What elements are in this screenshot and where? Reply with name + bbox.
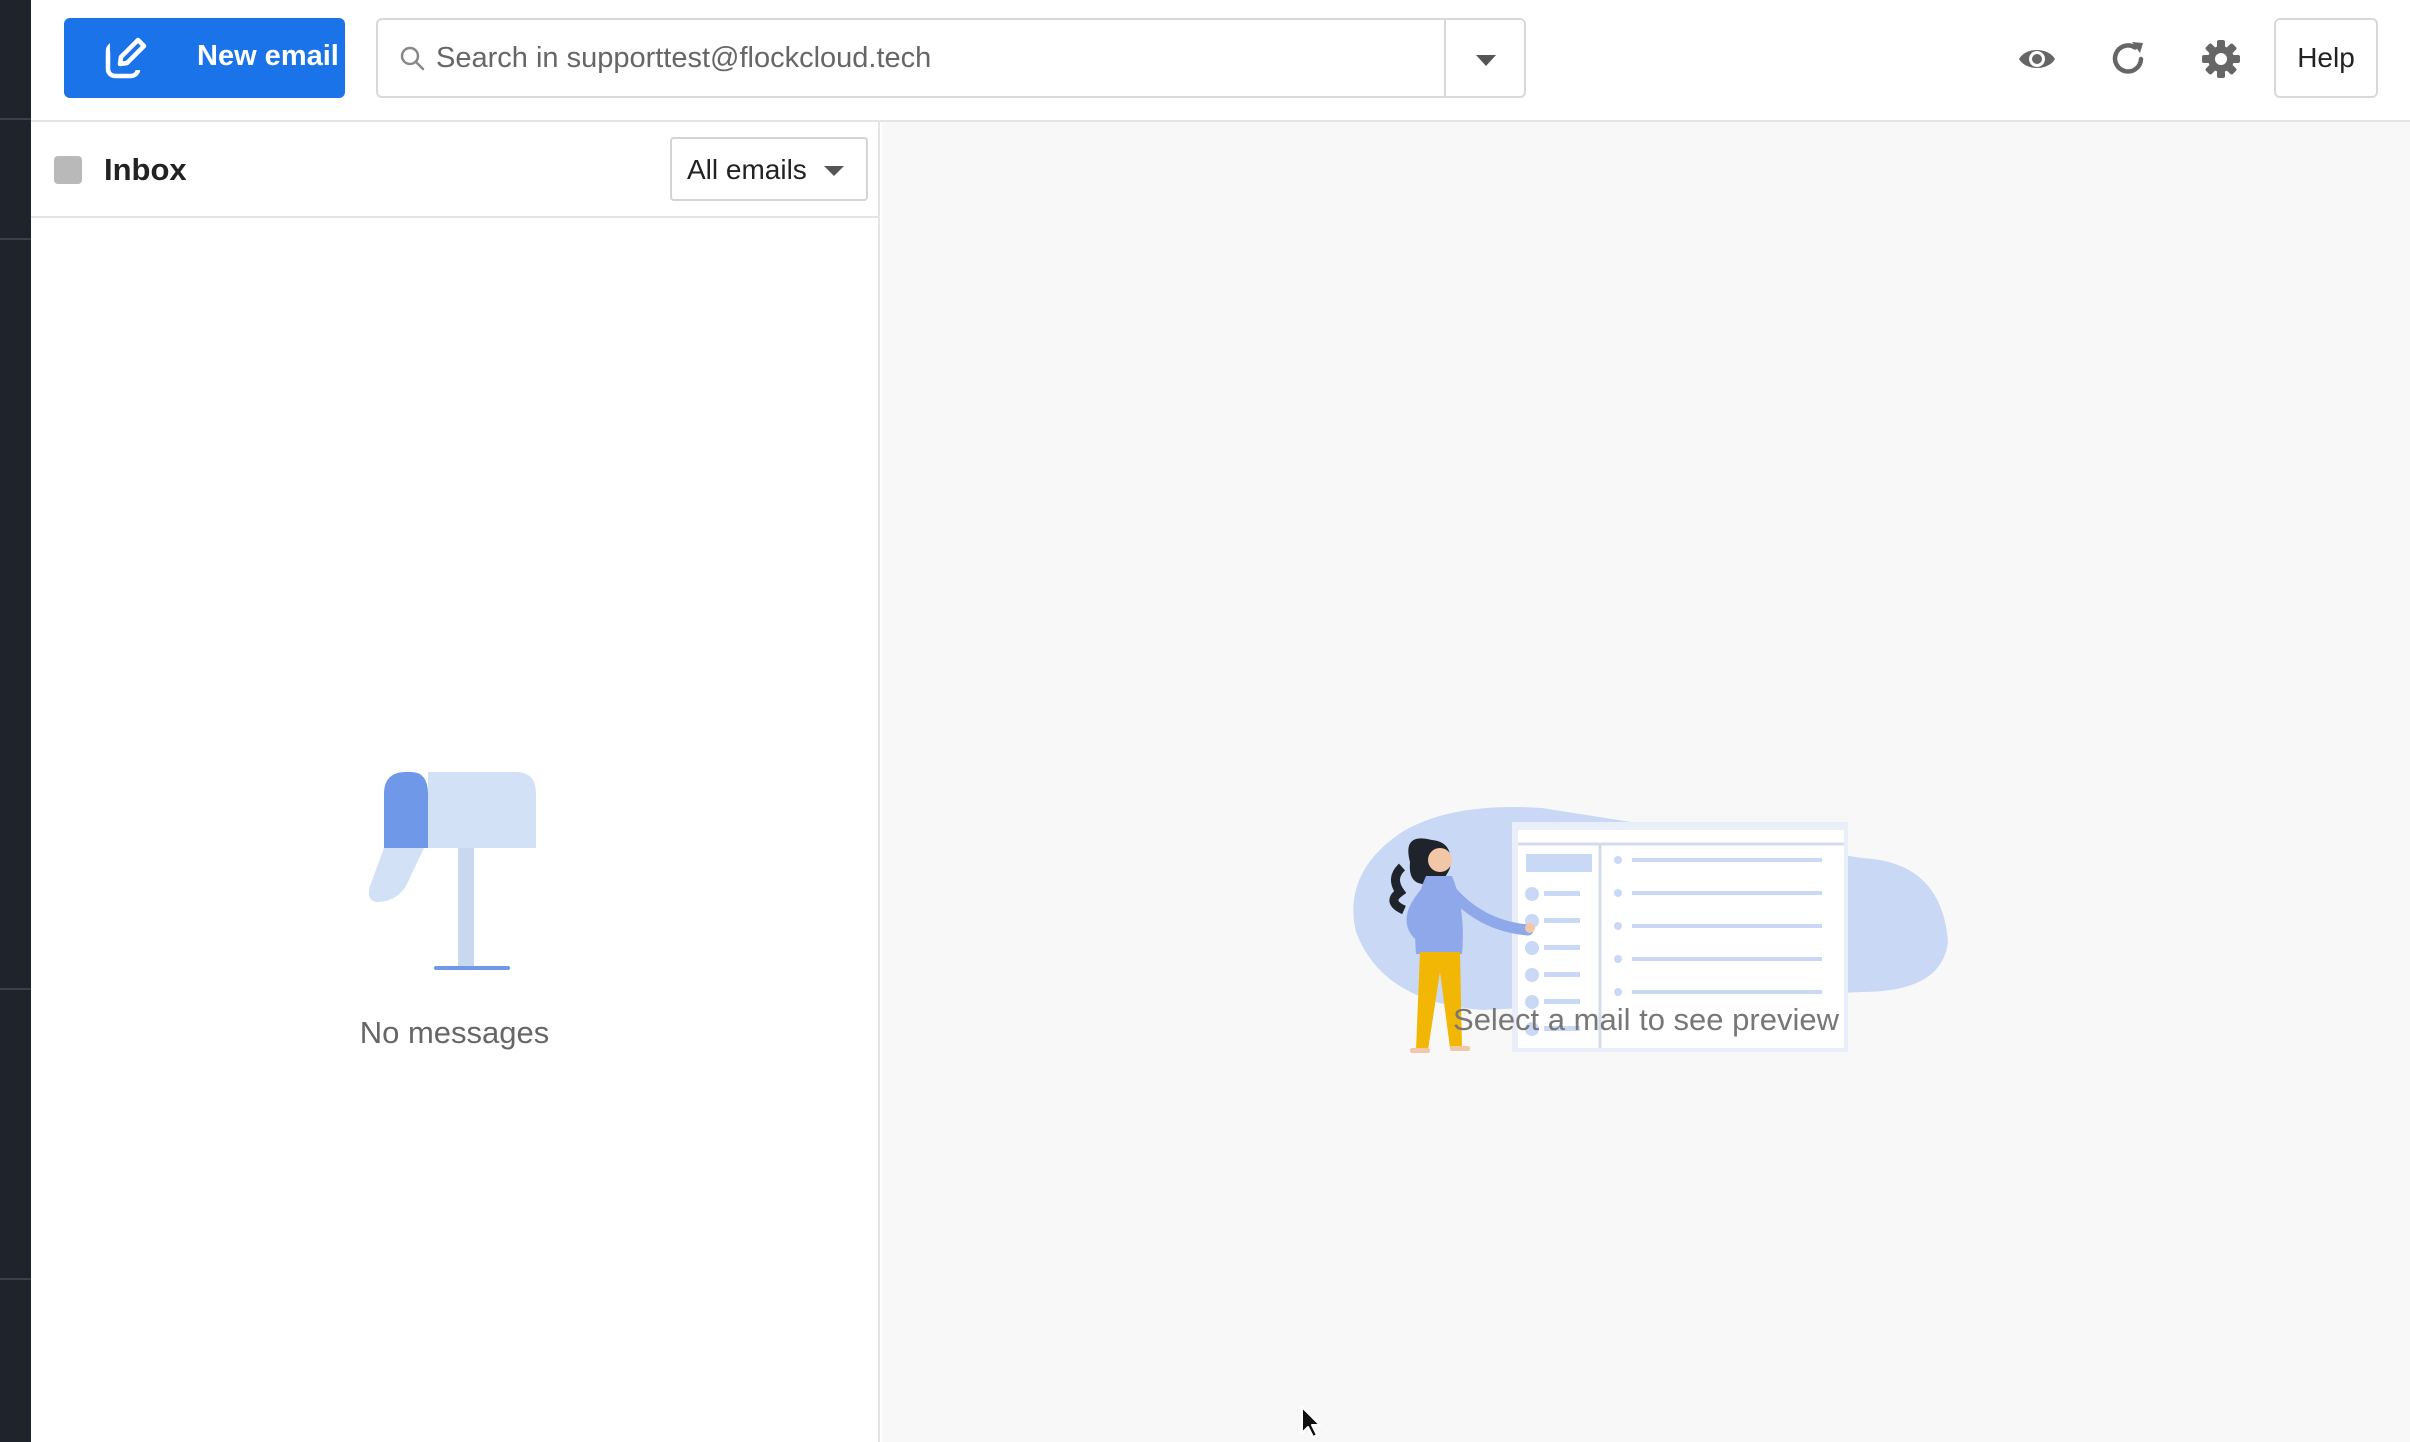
new-email-button[interactable]: New email bbox=[64, 18, 345, 98]
chevron-down-icon bbox=[1476, 55, 1496, 66]
left-rail bbox=[0, 0, 31, 1442]
rail-divider bbox=[0, 1278, 31, 1280]
mailbox-illustration bbox=[368, 772, 536, 970]
mouse-cursor-icon bbox=[1301, 1406, 1321, 1438]
search-icon bbox=[400, 46, 425, 71]
search-options-dropdown[interactable] bbox=[1444, 20, 1524, 96]
email-filter-dropdown[interactable]: All emails bbox=[670, 137, 868, 201]
gear-icon[interactable] bbox=[2200, 38, 2242, 80]
message-list-header: Inbox All emails bbox=[31, 122, 878, 218]
rail-divider bbox=[0, 118, 31, 120]
preview-pane: Select a mail to see preview bbox=[882, 122, 2410, 1442]
rail-divider bbox=[0, 988, 31, 990]
refresh-icon[interactable] bbox=[2107, 38, 2149, 80]
rail-divider bbox=[0, 238, 31, 240]
chevron-down-icon bbox=[824, 166, 844, 176]
help-button[interactable]: Help bbox=[2274, 18, 2378, 98]
new-email-label: New email bbox=[197, 40, 339, 72]
search-input[interactable] bbox=[436, 34, 1436, 82]
no-messages-text: No messages bbox=[359, 1015, 550, 1050]
eye-icon[interactable] bbox=[2016, 38, 2058, 80]
compose-icon bbox=[105, 37, 148, 79]
message-list-pane: Inbox All emails No messages bbox=[31, 122, 880, 1442]
select-all-checkbox[interactable] bbox=[54, 156, 82, 184]
search-bar bbox=[376, 18, 1526, 98]
top-toolbar: New email Help bbox=[31, 0, 2410, 122]
preview-illustration bbox=[1353, 807, 1948, 1053]
folder-title: Inbox bbox=[104, 152, 187, 187]
email-filter-label: All emails bbox=[687, 154, 807, 185]
preview-empty-text: Select a mail to see preview bbox=[1453, 1002, 1839, 1037]
